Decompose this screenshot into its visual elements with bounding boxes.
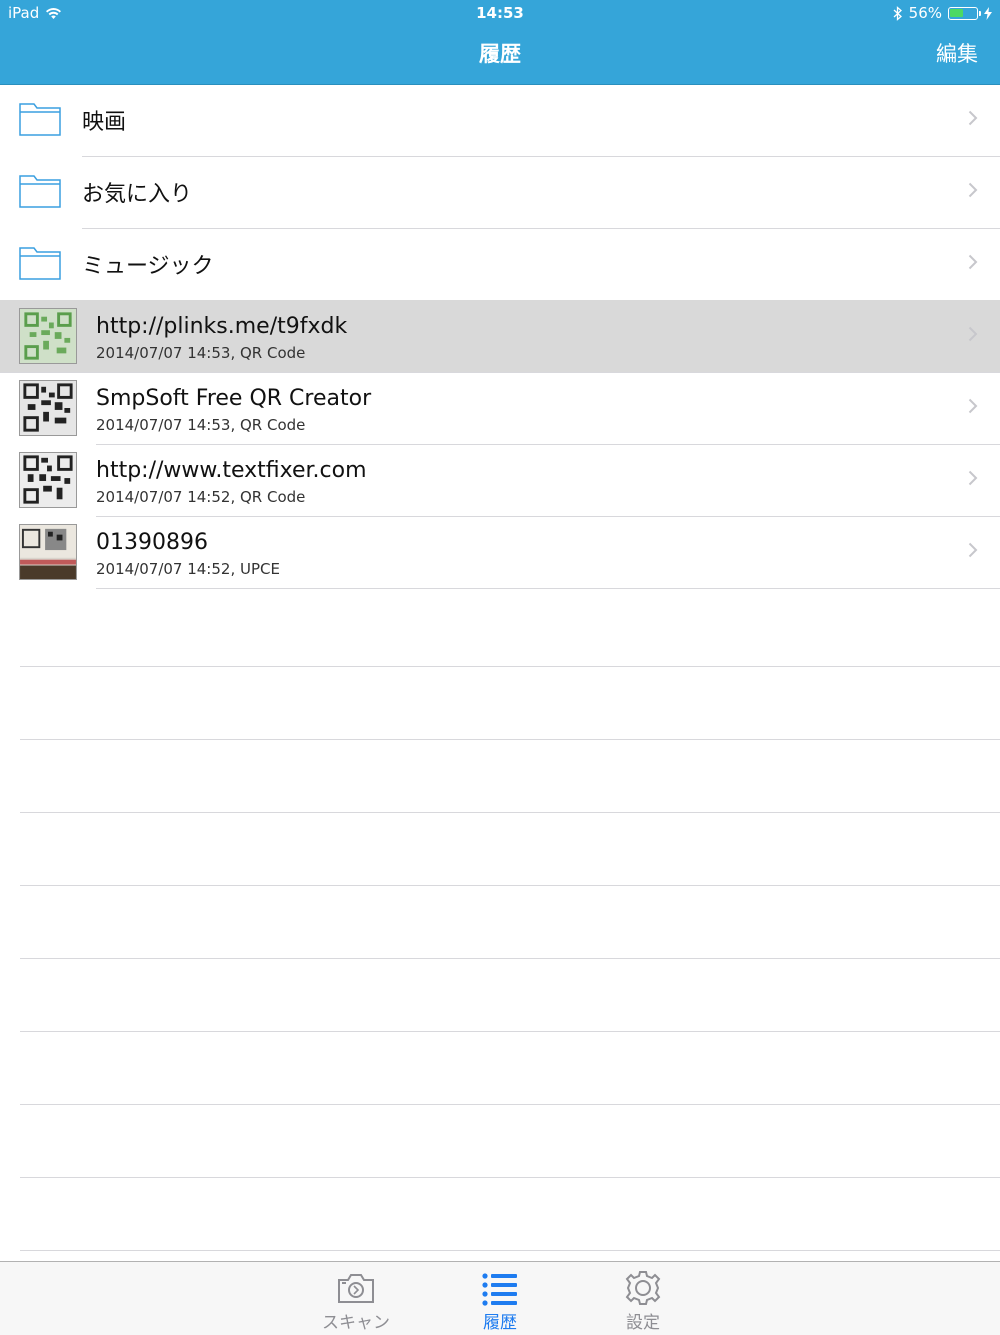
battery-icon xyxy=(948,6,981,20)
empty-row-divider xyxy=(20,1031,1000,1032)
folder-name: ミュージック xyxy=(82,254,214,279)
charging-bolt-icon xyxy=(984,6,992,20)
bluetooth-icon xyxy=(893,5,902,21)
chevron-right-icon xyxy=(968,182,978,198)
folder-row-movies[interactable]: 映画 xyxy=(0,84,1000,157)
tab-label: 設定 xyxy=(626,1313,660,1333)
tab-scan[interactable]: スキャン xyxy=(296,1262,416,1335)
history-item-row[interactable]: 01390896 2014/07/07 14:52, UPCE xyxy=(0,516,1000,589)
row-divider xyxy=(96,588,1000,589)
empty-row-divider xyxy=(20,739,1000,740)
battery-percent: 56% xyxy=(908,4,942,22)
tab-history[interactable]: 履歴 xyxy=(440,1262,560,1335)
folder-row-music[interactable]: ミュージック xyxy=(0,228,1000,301)
item-subtitle: 2014/07/07 14:53, QR Code xyxy=(96,416,306,434)
chevron-right-icon xyxy=(968,326,978,342)
empty-row-divider xyxy=(20,885,1000,886)
tab-bar: スキャン 履歴 設定 xyxy=(0,1261,1000,1335)
qr-thumbnail xyxy=(19,308,77,364)
history-list: 映画 お気に入り ミュージック http://plinks.me/t9fxdk … xyxy=(0,84,1000,589)
empty-row-divider xyxy=(20,1104,1000,1105)
battery-level xyxy=(950,8,963,17)
barcode-thumbnail xyxy=(19,524,77,580)
item-subtitle: 2014/07/07 14:53, QR Code xyxy=(96,344,306,362)
folder-icon xyxy=(19,175,61,208)
tab-settings[interactable]: 設定 xyxy=(583,1262,703,1335)
status-right: 56% xyxy=(893,4,992,22)
empty-row-divider xyxy=(20,812,1000,813)
item-title: SmpSoft Free QR Creator xyxy=(96,386,372,411)
gear-icon xyxy=(625,1271,661,1305)
chevron-right-icon xyxy=(968,110,978,126)
list-icon xyxy=(482,1273,517,1306)
item-title: 01390896 xyxy=(96,530,208,555)
navigation-bar: iPad 14:53 56% 履歴 編集 xyxy=(0,0,1000,85)
empty-row-divider xyxy=(20,1250,1000,1251)
folder-icon xyxy=(19,247,61,280)
item-title: http://plinks.me/t9fxdk xyxy=(96,314,348,339)
item-subtitle: 2014/07/07 14:52, QR Code xyxy=(96,488,306,506)
tab-label: スキャン xyxy=(322,1313,390,1333)
qr-thumbnail xyxy=(19,452,77,508)
chevron-right-icon xyxy=(968,254,978,270)
chevron-right-icon xyxy=(968,398,978,414)
history-item-row[interactable]: SmpSoft Free QR Creator 2014/07/07 14:53… xyxy=(0,372,1000,445)
empty-row-divider xyxy=(20,666,1000,667)
folder-name: お気に入り xyxy=(82,182,193,207)
chevron-right-icon xyxy=(968,542,978,558)
empty-row-divider xyxy=(20,1177,1000,1178)
item-title: http://www.textfixer.com xyxy=(96,458,367,483)
tab-label: 履歴 xyxy=(483,1313,517,1333)
folder-row-favorites[interactable]: お気に入り xyxy=(0,156,1000,229)
camera-icon xyxy=(338,1274,374,1303)
page-title: 履歴 xyxy=(479,42,521,66)
chevron-right-icon xyxy=(968,470,978,486)
empty-row-divider xyxy=(20,958,1000,959)
edit-button[interactable]: 編集 xyxy=(936,38,978,68)
folder-name: 映画 xyxy=(82,110,127,135)
history-item-row[interactable]: http://plinks.me/t9fxdk 2014/07/07 14:53… xyxy=(0,300,1000,373)
status-time: 14:53 xyxy=(476,4,524,22)
qr-thumbnail xyxy=(19,380,77,436)
history-item-row[interactable]: http://www.textfixer.com 2014/07/07 14:5… xyxy=(0,444,1000,517)
item-subtitle: 2014/07/07 14:52, UPCE xyxy=(96,560,280,578)
status-bar: iPad 14:53 56% xyxy=(0,0,1000,28)
folder-icon xyxy=(19,103,61,136)
